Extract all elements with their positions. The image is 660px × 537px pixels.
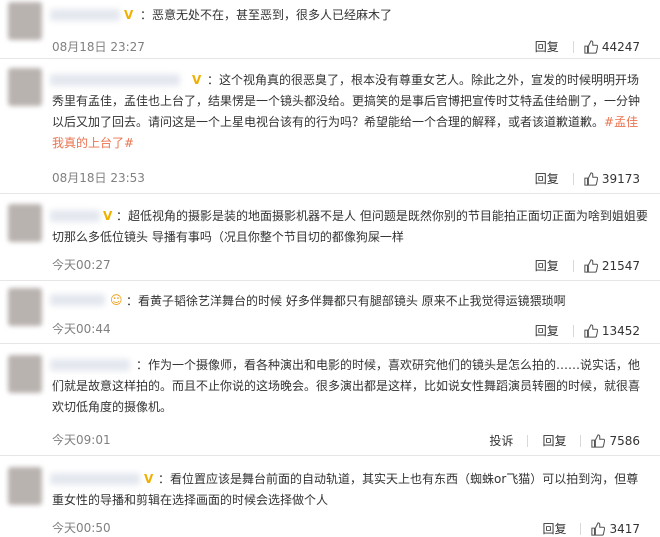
like-button[interactable]: 3417 — [591, 522, 640, 536]
comment-actions: 投诉 回复 7586 — [475, 432, 640, 449]
divider — [0, 58, 660, 59]
reply-button[interactable]: 回复 — [535, 38, 559, 55]
report-button[interactable]: 投诉 — [489, 432, 513, 449]
divider — [0, 343, 660, 344]
reply-button[interactable]: 回复 — [535, 170, 559, 187]
vip-badge-icon: V — [124, 8, 134, 22]
divider — [0, 455, 660, 456]
comment-actions: 回复 13452 — [521, 322, 640, 339]
emoji-icon: ☺ — [110, 293, 123, 307]
reply-button[interactable]: 回复 — [535, 322, 559, 339]
comment-text: ：作为一个摄像师，看各种演出和电影的时候，喜欢研究他们的镜头是怎么拍的……说实话… — [52, 358, 641, 414]
divider — [580, 522, 582, 535]
comment-time: 今天00:50 — [52, 521, 111, 535]
thumbs-up-icon — [584, 39, 598, 54]
like-count: 44247 — [601, 39, 640, 54]
thumbs-up-icon — [591, 433, 606, 448]
avatar[interactable] — [8, 467, 42, 505]
username[interactable] — [50, 9, 120, 21]
comment-text: ：这个视角真的很恶臭了，根本没有尊重女艺人。除此之外，宣发的时候明明开场秀里有孟… — [52, 73, 641, 150]
like-button[interactable]: 44247 — [584, 40, 640, 54]
reply-button[interactable]: 回复 — [542, 432, 566, 449]
username[interactable] — [50, 294, 105, 306]
like-count: 3417 — [609, 521, 640, 536]
comment-time: 今天00:44 — [52, 322, 111, 336]
like-count: 21547 — [601, 258, 640, 273]
divider — [580, 434, 582, 447]
divider — [572, 259, 574, 272]
thumbs-up-icon — [591, 521, 606, 536]
thumbs-up-icon — [584, 171, 598, 186]
reply-button[interactable]: 回复 — [535, 257, 559, 274]
comment-actions: 回复 3417 — [528, 520, 640, 537]
comment-text: ：恶意无处不在，甚至恶到，很多人已经麻木了 — [140, 8, 393, 22]
comment-actions: 回复 21547 — [521, 257, 640, 274]
comment-list: V ：恶意无处不在，甚至恶到，很多人已经麻木了 08月18日 23:27 回复 … — [0, 0, 660, 536]
like-count: 39173 — [601, 171, 640, 186]
like-button[interactable]: 39173 — [584, 172, 640, 186]
comment-text: ：看位置应该是舞台前面的自动轨道，其实天上也有东西（蜘蛛or飞猫）可以拍到沟，但… — [52, 472, 639, 507]
avatar[interactable] — [8, 2, 42, 40]
comment-time: 08月18日 23:53 — [52, 171, 145, 185]
like-count: 13452 — [601, 323, 640, 338]
comment-actions: 回复 39173 — [521, 170, 640, 187]
reply-button[interactable]: 回复 — [542, 520, 566, 537]
like-button[interactable]: 21547 — [584, 259, 640, 273]
divider — [572, 40, 574, 53]
thumbs-up-icon — [584, 323, 598, 338]
divider — [0, 193, 660, 194]
thumbs-up-icon — [584, 258, 598, 273]
avatar[interactable] — [8, 68, 42, 106]
avatar[interactable] — [8, 204, 42, 242]
comment-time: 今天00:27 — [52, 258, 111, 272]
avatar[interactable] — [8, 355, 42, 393]
divider — [527, 434, 529, 447]
comment-text: ：看黄子韬徐艺洋舞台的时候 好多伴舞都只有腿部镜头 原来不止我觉得运镜猥琐啊 — [126, 294, 566, 308]
divider — [572, 172, 574, 185]
comment-text: ：超低视角的摄影是装的地面摄影机器不是人 但问题是既然你别的节目能拍正面切正面为… — [52, 209, 648, 244]
comment-actions: 回复 44247 — [521, 38, 640, 55]
comment-time: 今天09:01 — [52, 433, 111, 447]
like-button[interactable]: 7586 — [591, 434, 640, 448]
divider — [572, 324, 574, 337]
comment-time: 08月18日 23:27 — [52, 40, 145, 54]
like-button[interactable]: 13452 — [584, 324, 640, 338]
divider — [0, 280, 660, 281]
avatar[interactable] — [8, 288, 42, 326]
like-count: 7586 — [609, 433, 640, 448]
